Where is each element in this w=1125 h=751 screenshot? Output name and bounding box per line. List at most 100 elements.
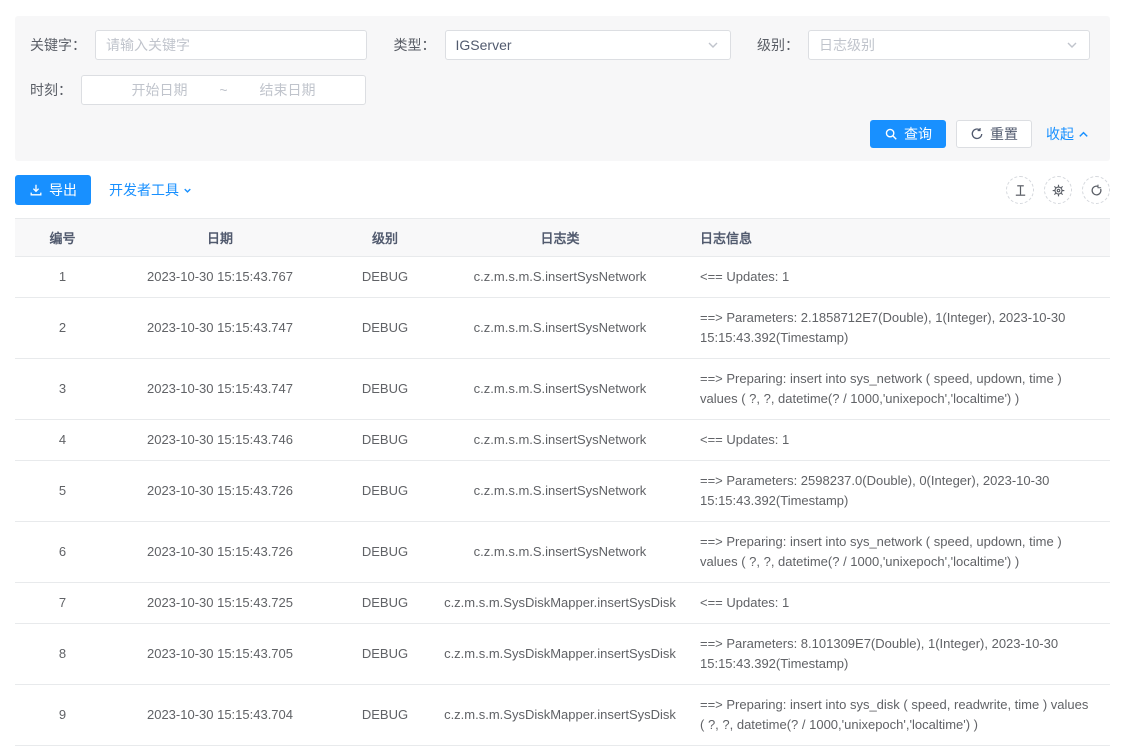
date-range-input[interactable]: 开始日期 ~ 结束日期 bbox=[81, 75, 366, 105]
export-button[interactable]: 导出 bbox=[15, 175, 91, 205]
cell-msg: ==> Preparing: insert into sys_disk ( sp… bbox=[680, 685, 1110, 746]
date-range-separator: ~ bbox=[212, 82, 236, 98]
level-select-placeholder: 日志级别 bbox=[819, 35, 875, 55]
search-filter-panel: 关键字： 类型： IGServer 级别： 日志级别 时刻： 开始日期 ~ 结束… bbox=[15, 16, 1110, 161]
log-table-body: 12023-10-30 15:15:43.767DEBUGc.z.m.s.m.S… bbox=[15, 257, 1110, 751]
chevron-up-icon bbox=[1077, 128, 1090, 141]
col-header-id: 编号 bbox=[15, 219, 110, 257]
cell-log-class: c.z.m.s.m.S.insertSysNetwork bbox=[440, 461, 680, 522]
type-select[interactable]: IGServer bbox=[445, 30, 731, 60]
cell-date: 2023-10-30 15:15:43.704 bbox=[110, 685, 330, 746]
table-row: 82023-10-30 15:15:43.705DEBUGc.z.m.s.m.S… bbox=[15, 624, 1110, 685]
cell-date: 2023-10-30 15:15:43.725 bbox=[110, 583, 330, 624]
type-field-group: 类型： IGServer bbox=[394, 30, 731, 60]
cell-level: DEBUG bbox=[330, 420, 440, 461]
collapse-toggle[interactable]: 收起 bbox=[1046, 124, 1090, 144]
cell-level: DEBUG bbox=[330, 685, 440, 746]
cell-date: 2023-10-30 15:15:43.726 bbox=[110, 522, 330, 583]
cell-msg: ==> Parameters: 2598237.0(Double), 0(Int… bbox=[680, 461, 1110, 522]
reset-button[interactable]: 重置 bbox=[956, 120, 1032, 148]
chevron-down-icon bbox=[1065, 38, 1079, 52]
level-select[interactable]: 日志级别 bbox=[808, 30, 1090, 60]
cell-log-class: c.z.m.s.m.S.insertSysNetwork bbox=[440, 359, 680, 420]
cell-level: DEBUG bbox=[330, 583, 440, 624]
type-label: 类型： bbox=[394, 35, 436, 55]
table-row: 72023-10-30 15:15:43.725DEBUGc.z.m.s.m.S… bbox=[15, 583, 1110, 624]
refresh-button[interactable] bbox=[1082, 176, 1110, 204]
table-row: 92023-10-30 15:15:43.704DEBUGc.z.m.s.m.S… bbox=[15, 685, 1110, 746]
cell-id: 10 bbox=[15, 746, 110, 751]
text-size-icon bbox=[1013, 183, 1028, 198]
col-header-level: 级别 bbox=[330, 219, 440, 257]
dev-tools-dropdown[interactable]: 开发者工具 bbox=[109, 180, 194, 200]
col-header-log-class: 日志类 bbox=[440, 219, 680, 257]
cell-log-class: c.z.m.s.m.SysDiskMapper.insertSysDisk bbox=[440, 746, 680, 751]
table-row: 22023-10-30 15:15:43.747DEBUGc.z.m.s.m.S… bbox=[15, 298, 1110, 359]
cell-level: DEBUG bbox=[330, 624, 440, 685]
col-header-message: 日志信息 bbox=[680, 219, 1110, 257]
table-row: 12023-10-30 15:15:43.767DEBUGc.z.m.s.m.S… bbox=[15, 257, 1110, 298]
gear-icon bbox=[1051, 183, 1066, 198]
table-row: 42023-10-30 15:15:43.746DEBUGc.z.m.s.m.S… bbox=[15, 420, 1110, 461]
cell-level: DEBUG bbox=[330, 298, 440, 359]
cell-id: 4 bbox=[15, 420, 110, 461]
end-date-placeholder: 结束日期 bbox=[236, 80, 340, 100]
table-toolbar: 导出 开发者工具 bbox=[15, 175, 1110, 205]
cell-id: 8 bbox=[15, 624, 110, 685]
cell-date: 2023-10-30 15:15:43.747 bbox=[110, 359, 330, 420]
keyword-input[interactable] bbox=[95, 30, 367, 60]
cell-level: DEBUG bbox=[330, 522, 440, 583]
log-table-header: 编号 日期 级别 日志类 日志信息 bbox=[15, 219, 1110, 257]
cell-log-class: c.z.m.s.m.S.insertSysNetwork bbox=[440, 257, 680, 298]
cell-log-class: c.z.m.s.m.S.insertSysNetwork bbox=[440, 420, 680, 461]
cell-id: 9 bbox=[15, 685, 110, 746]
start-date-placeholder: 开始日期 bbox=[108, 80, 212, 100]
keyword-label: 关键字： bbox=[30, 35, 86, 55]
chevron-down-icon bbox=[706, 38, 720, 52]
cell-id: 6 bbox=[15, 522, 110, 583]
cell-log-class: c.z.m.s.m.SysDiskMapper.insertSysDisk bbox=[440, 583, 680, 624]
collapse-label: 收起 bbox=[1046, 124, 1074, 144]
cell-log-class: c.z.m.s.m.S.insertSysNetwork bbox=[440, 298, 680, 359]
level-field-group: 级别： 日志级别 bbox=[757, 30, 1090, 60]
table-row: 102023-10-30 15:15:43.704DEBUGc.z.m.s.m.… bbox=[15, 746, 1110, 751]
keyword-field-group: 关键字： bbox=[30, 30, 367, 60]
export-button-label: 导出 bbox=[49, 180, 77, 200]
cell-level: DEBUG bbox=[330, 746, 440, 751]
refresh-icon bbox=[1089, 183, 1104, 198]
reset-button-label: 重置 bbox=[990, 124, 1018, 144]
table-row: 62023-10-30 15:15:43.726DEBUGc.z.m.s.m.S… bbox=[15, 522, 1110, 583]
cell-date: 2023-10-30 15:15:43.747 bbox=[110, 298, 330, 359]
level-label: 级别： bbox=[757, 35, 799, 55]
cell-date: 2023-10-30 15:15:43.726 bbox=[110, 461, 330, 522]
time-label: 时刻： bbox=[30, 80, 72, 100]
cell-log-class: c.z.m.s.m.SysDiskMapper.insertSysDisk bbox=[440, 624, 680, 685]
cell-msg: ==> Parameters: 8.101309E7(Double), 1(In… bbox=[680, 624, 1110, 685]
cell-id: 5 bbox=[15, 461, 110, 522]
cell-id: 7 bbox=[15, 583, 110, 624]
time-field-group: 时刻： 开始日期 ~ 结束日期 bbox=[30, 75, 366, 105]
table-tools bbox=[1006, 176, 1110, 204]
download-icon bbox=[29, 183, 43, 197]
cell-log-class: c.z.m.s.m.SysDiskMapper.insertSysDisk bbox=[440, 685, 680, 746]
cell-msg: ==> Preparing: insert into sys_network (… bbox=[680, 359, 1110, 420]
search-button[interactable]: 查询 bbox=[870, 120, 946, 148]
dev-tools-label: 开发者工具 bbox=[109, 180, 179, 200]
cell-log-class: c.z.m.s.m.S.insertSysNetwork bbox=[440, 522, 680, 583]
type-select-value: IGServer bbox=[456, 37, 512, 53]
cell-msg: ==> Preparing: insert into sys_network (… bbox=[680, 522, 1110, 583]
text-size-button[interactable] bbox=[1006, 176, 1034, 204]
cell-date: 2023-10-30 15:15:43.767 bbox=[110, 257, 330, 298]
cell-id: 1 bbox=[15, 257, 110, 298]
chevron-down-icon bbox=[181, 184, 194, 197]
col-header-date: 日期 bbox=[110, 219, 330, 257]
cell-level: DEBUG bbox=[330, 461, 440, 522]
cell-id: 3 bbox=[15, 359, 110, 420]
log-table: 编号 日期 级别 日志类 日志信息 12023-10-30 15:15:43.7… bbox=[15, 218, 1110, 751]
cell-id: 2 bbox=[15, 298, 110, 359]
search-button-label: 查询 bbox=[904, 124, 932, 144]
settings-button[interactable] bbox=[1044, 176, 1072, 204]
cell-msg: ==> Parameters: 2.1858712E7(Double), 1(I… bbox=[680, 298, 1110, 359]
table-row: 52023-10-30 15:15:43.726DEBUGc.z.m.s.m.S… bbox=[15, 461, 1110, 522]
cell-msg: <== Updates: 1 bbox=[680, 420, 1110, 461]
